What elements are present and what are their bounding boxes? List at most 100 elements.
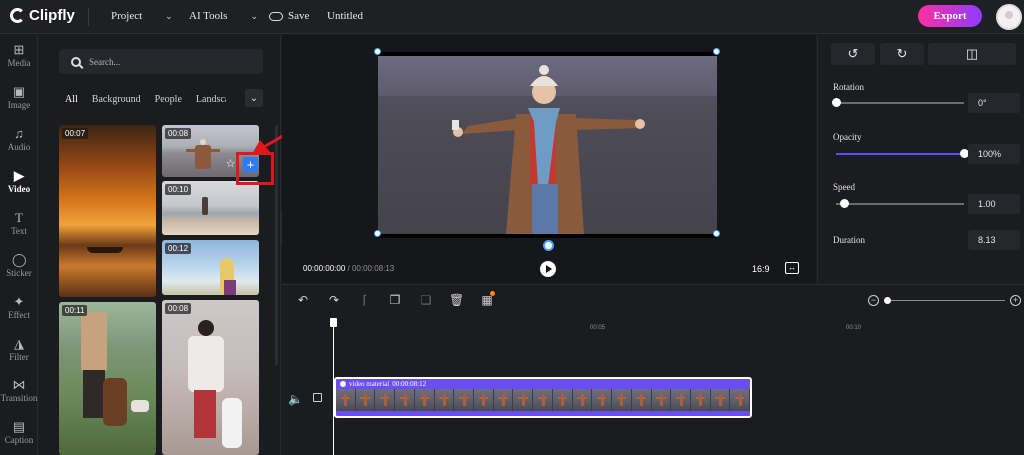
sticker-icon: ◯ <box>12 252 27 267</box>
opacity-slider-fill <box>836 153 964 155</box>
rail-item-transition[interactable]: ⋈ Transition <box>0 378 38 403</box>
chevron-down-icon: ⌄ <box>250 10 258 21</box>
filter-people[interactable]: People <box>151 91 186 108</box>
document-title[interactable]: Untitled <box>327 10 363 22</box>
avatar[interactable] <box>996 4 1022 30</box>
rotation-slider-knob[interactable] <box>832 98 841 107</box>
timeline: ↶ ↷ ⌈ ❐ ❏ 🗑 ▦ − + 00:05 00:10 🔈 video ma… <box>282 284 1024 455</box>
cloud-icon <box>269 11 283 21</box>
copy-icon[interactable]: ❏ <box>419 293 433 307</box>
undo-icon[interactable]: ↶ <box>296 293 310 307</box>
duplicate-icon[interactable]: ❐ <box>388 293 402 307</box>
panel-scrollbar[interactable] <box>275 125 278 365</box>
rail-item-audio[interactable]: ♫ Audio <box>0 127 38 152</box>
time-ruler[interactable] <box>330 323 1024 324</box>
rail-item-sticker[interactable]: ◯ Sticker <box>0 253 38 278</box>
duration-badge: 00:07 <box>62 128 89 139</box>
aspect-ratio-selector[interactable]: 16:9 <box>752 264 770 274</box>
rail-item-video[interactable]: ▶ Video <box>0 169 38 194</box>
resize-handle[interactable] <box>374 230 381 237</box>
tick-label: 00:05 <box>590 325 606 331</box>
speed-value[interactable]: 1.00 <box>968 194 1020 214</box>
rotate-right-icon[interactable]: ↻ <box>880 43 924 65</box>
magic-wand-icon: ✦ <box>13 294 25 309</box>
project-menu-label: Project <box>111 10 143 22</box>
rail-item-text[interactable]: T Text <box>0 211 38 236</box>
delete-icon[interactable]: 🗑 <box>449 293 464 307</box>
video-thumbnail-sunset-boat[interactable]: 00:07 <box>59 125 156 297</box>
app-logo[interactable]: Clipfly <box>10 7 75 24</box>
rotation-label: Rotation <box>833 82 864 92</box>
filter-icon: ◮ <box>14 336 24 351</box>
zoom-out-icon[interactable]: − <box>868 295 879 306</box>
video-thumbnail-beach-woman[interactable]: 00:10 <box>162 181 259 235</box>
clip-filmstrip <box>336 389 750 411</box>
speed-slider[interactable] <box>836 199 964 208</box>
resize-handle[interactable] <box>713 230 720 237</box>
chevron-down-icon: ⌄ <box>165 10 173 21</box>
text-icon: T <box>15 210 23 225</box>
export-button[interactable]: Export <box>918 5 982 27</box>
search-input[interactable]: Search... <box>59 49 263 74</box>
add-to-timeline-button[interactable]: + <box>243 157 258 172</box>
zoom-in-icon[interactable]: + <box>1010 295 1021 306</box>
rail-item-label: Image <box>7 100 31 110</box>
zoom-slider[interactable] <box>884 297 1005 304</box>
save-label: Save <box>288 10 310 22</box>
transition-icon: ⋈ <box>12 377 26 392</box>
rotate-left-icon[interactable]: ↺ <box>831 43 875 65</box>
rotation-value[interactable]: 0° <box>968 93 1020 113</box>
rail-item-image[interactable]: ▣ Image <box>0 85 38 110</box>
video-clip[interactable]: video material 00:00:08:12 <box>334 377 752 418</box>
volume-icon[interactable]: 🔈 <box>288 392 303 406</box>
duration-value[interactable]: 8.13 <box>968 230 1020 250</box>
rail-item-label: Video <box>7 184 31 194</box>
zoom-slider-knob[interactable] <box>884 297 891 304</box>
flip-horizontal-icon[interactable]: ◫ <box>928 43 1016 65</box>
opacity-value[interactable]: 100% <box>968 144 1020 164</box>
resize-handle[interactable] <box>374 48 381 55</box>
opacity-slider[interactable] <box>836 149 969 158</box>
new-badge <box>490 291 495 296</box>
split-icon[interactable]: ⌈ <box>358 293 372 307</box>
rail-item-media[interactable]: ⊞ Media <box>0 43 38 68</box>
video-thumbnail-sky-woman[interactable]: 00:12 <box>162 240 259 295</box>
rotate-handle-icon[interactable] <box>543 240 554 251</box>
speed-slider-knob[interactable] <box>839 199 849 208</box>
video-canvas[interactable] <box>374 48 720 238</box>
opacity-label: Opacity <box>833 132 862 142</box>
rail-item-effect[interactable]: ✦ Effect <box>0 295 38 320</box>
divider <box>88 8 89 26</box>
timecode: 00:00:00:00 / 00:00:08:13 <box>303 264 395 273</box>
rail-item-label: Media <box>7 58 31 68</box>
rotation-slider[interactable] <box>832 98 964 107</box>
clip-label: video material <box>349 380 390 388</box>
rail-item-label: Sticker <box>6 268 32 278</box>
music-note-icon: ♫ <box>14 126 24 141</box>
ai-tools-menu[interactable]: AI Tools ⌄ <box>189 10 258 22</box>
rail-item-caption[interactable]: ▤ Caption <box>0 420 38 445</box>
track-settings-icon[interactable] <box>313 393 322 402</box>
document-title-text: Untitled <box>327 10 364 22</box>
rail-item-label: Caption <box>4 435 34 445</box>
redo-icon[interactable]: ↷ <box>327 293 341 307</box>
rail-item-label: Transition <box>0 393 38 403</box>
resize-handle[interactable] <box>713 48 720 55</box>
fit-screen-icon[interactable]: ↔ <box>785 262 799 274</box>
video-thumbnail-woman-dalmatian[interactable]: 00:08 <box>162 300 259 455</box>
tick-label: 00:10 <box>846 325 862 331</box>
filter-all[interactable]: All <box>61 91 82 108</box>
chevron-down-icon[interactable]: ⌄ <box>245 89 263 107</box>
video-thumbnail-dog-walk[interactable]: 00:11 <box>59 302 156 455</box>
top-bar: Clipfly Project ⌄ AI Tools ⌄ Save Untitl… <box>0 0 1024 34</box>
rail-item-filter[interactable]: ◮ Filter <box>0 337 38 362</box>
video-frame <box>378 56 717 234</box>
save-button[interactable]: Save <box>269 10 309 22</box>
filter-landscape[interactable]: Landscape <box>192 91 226 108</box>
rail-item-label: Filter <box>9 352 29 362</box>
play-button[interactable] <box>540 261 556 277</box>
project-menu[interactable]: Project ⌄ <box>111 10 173 22</box>
filter-background[interactable]: Background <box>88 91 145 108</box>
logo-icon <box>10 8 25 23</box>
left-rail: ⊞ Media ▣ Image ♫ Audio ▶ Video T Text ◯… <box>0 35 38 455</box>
